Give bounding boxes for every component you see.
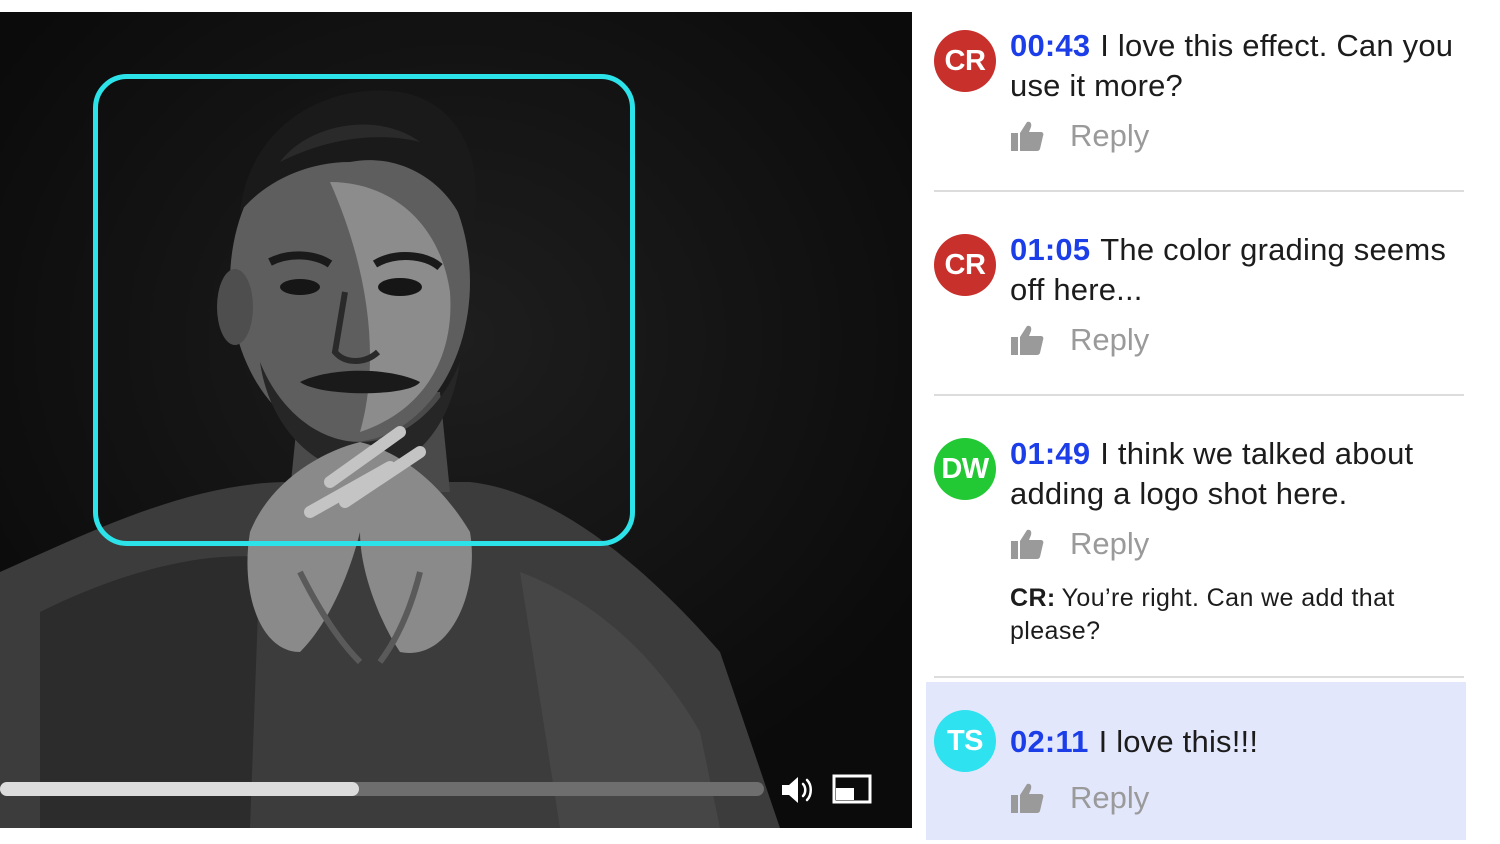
comment-actions: Reply [1010,320,1149,360]
avatar: TS [934,710,996,772]
comment-item-selected[interactable]: TS 02:11 I love this!!! Reply [926,682,1466,840]
divider [934,190,1464,192]
comment-item: CR 00:43 I love this effect. Can you use … [930,0,1470,192]
speaker-icon [782,777,812,803]
video-player[interactable] [0,12,912,828]
comment-item: DW 01:49 I think we talked about adding a… [930,400,1470,676]
thumbs-up-icon[interactable] [1010,119,1044,153]
seek-bar-progress [0,782,360,796]
reply-button[interactable]: Reply [1070,118,1149,154]
reply-button[interactable]: Reply [1070,322,1149,358]
divider [934,394,1464,396]
comment-text: 00:43 I love this effect. Can you use it … [1010,26,1465,106]
timestamp-link[interactable]: 00:43 [1010,28,1090,63]
reply-button[interactable]: Reply [1070,526,1149,562]
volume-button[interactable] [780,774,816,806]
avatar: DW [934,438,996,500]
picture-in-picture-icon [832,774,872,804]
timestamp-link[interactable]: 01:05 [1010,232,1090,267]
comment-text: 01:49 I think we talked about adding a lo… [1010,434,1468,514]
seek-bar[interactable] [0,782,764,796]
picture-in-picture-button[interactable] [832,774,872,804]
thumbs-up-icon[interactable] [1010,527,1044,561]
comment-actions: Reply [1010,778,1149,818]
timestamp-link[interactable]: 02:11 [1010,724,1089,759]
reply-button[interactable]: Reply [1070,780,1149,816]
comments-panel: CR 00:43 I love this effect. Can you use … [926,0,1470,844]
comment-item: CR 01:05 The color grading seems off here… [930,196,1470,392]
avatar: CR [934,234,996,296]
thumbs-up-icon[interactable] [1010,781,1044,815]
avatar: CR [934,30,996,92]
timestamp-link[interactable]: 01:49 [1010,436,1090,471]
comment-actions: Reply [1010,524,1149,564]
sub-reply: CR: You’re right. Can we add that please? [1010,582,1455,648]
thumbs-up-icon[interactable] [1010,323,1044,357]
focus-region-box[interactable] [93,74,635,546]
comment-body: I love this!!! [1098,724,1259,759]
sub-reply-author: CR: [1010,584,1056,612]
comment-text: 01:05 The color grading seems off here... [1010,230,1465,310]
divider [934,676,1464,678]
comment-text: 02:11 I love this!!! [1010,722,1455,762]
comment-actions: Reply [1010,116,1149,156]
sub-reply-text: You’re right. Can we add that please? [1010,584,1395,645]
